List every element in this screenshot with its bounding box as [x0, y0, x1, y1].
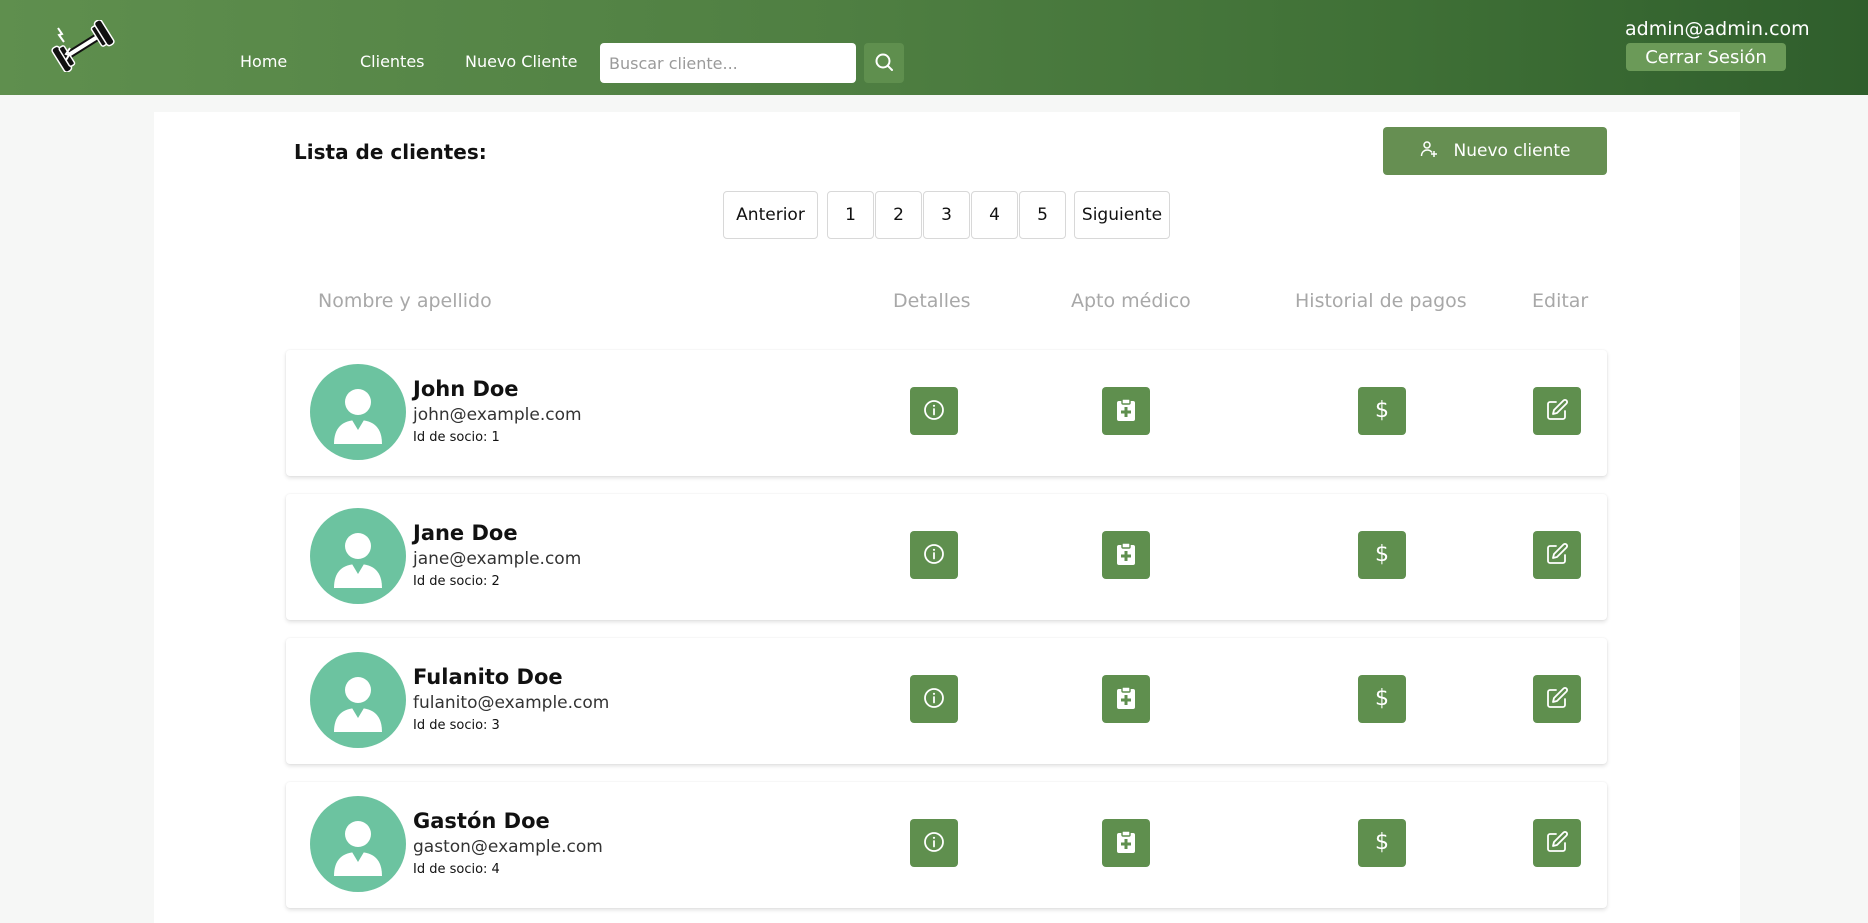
info-icon: [923, 831, 945, 856]
pagination-page-4[interactable]: 4: [971, 191, 1018, 239]
client-email: jane@example.com: [413, 549, 582, 569]
search-button[interactable]: [864, 43, 904, 83]
client-member-id: Id de socio: 4: [413, 862, 500, 877]
client-name: Fulanito Doe: [413, 665, 563, 689]
column-header-edit: Editar: [1532, 290, 1589, 312]
edit-icon: [1545, 398, 1569, 425]
new-client-button[interactable]: Nuevo cliente: [1383, 127, 1607, 175]
payment-history-button[interactable]: $: [1358, 387, 1406, 435]
info-icon: [923, 543, 945, 568]
payment-history-button[interactable]: $: [1358, 531, 1406, 579]
client-member-id: Id de socio: 1: [413, 430, 500, 445]
pagination-prev-button[interactable]: Anterior: [723, 191, 818, 239]
avatar: [310, 652, 406, 748]
avatar: [310, 796, 406, 892]
pagination-page-5[interactable]: 5: [1019, 191, 1066, 239]
dollar-icon: $: [1372, 398, 1392, 425]
nav-link-nuevo-cliente[interactable]: Nuevo Cliente: [465, 52, 577, 71]
clipboard-medical-icon: [1116, 541, 1136, 569]
nav-link-clientes[interactable]: Clientes: [360, 52, 425, 71]
dollar-icon: $: [1372, 686, 1392, 713]
payment-history-button[interactable]: $: [1358, 819, 1406, 867]
info-icon: [923, 399, 945, 424]
edit-icon: [1545, 830, 1569, 857]
client-row: Gastón Doe gaston@example.com Id de soci…: [286, 782, 1607, 908]
nav-link-home[interactable]: Home: [240, 52, 287, 71]
pagination-page-3[interactable]: 3: [923, 191, 970, 239]
payment-history-button[interactable]: $: [1358, 675, 1406, 723]
client-row: Jane Doe jane@example.com Id de socio: 2…: [286, 494, 1607, 620]
svg-text:$: $: [1375, 830, 1389, 854]
medical-certificate-button[interactable]: [1102, 819, 1150, 867]
column-header-payment-history: Historial de pagos: [1295, 290, 1467, 312]
details-button[interactable]: [910, 387, 958, 435]
edit-button[interactable]: [1533, 387, 1581, 435]
client-email: fulanito@example.com: [413, 693, 610, 713]
pagination-page-2[interactable]: 2: [875, 191, 922, 239]
edit-icon: [1545, 542, 1569, 569]
svg-text:$: $: [1375, 398, 1389, 422]
details-button[interactable]: [910, 675, 958, 723]
medical-certificate-button[interactable]: [1102, 675, 1150, 723]
page-title: Lista de clientes:: [294, 140, 487, 164]
logout-button[interactable]: Cerrar Sesión: [1626, 43, 1786, 71]
client-email: john@example.com: [413, 405, 582, 425]
svg-text:$: $: [1375, 542, 1389, 566]
client-name: Gastón Doe: [413, 809, 550, 833]
details-button[interactable]: [910, 819, 958, 867]
edit-button[interactable]: [1533, 819, 1581, 867]
dollar-icon: $: [1372, 830, 1392, 857]
pagination-next-button[interactable]: Siguiente: [1074, 191, 1170, 239]
info-icon: [923, 687, 945, 712]
client-name: John Doe: [413, 377, 519, 401]
client-member-id: Id de socio: 2: [413, 574, 500, 589]
add-user-icon: [1420, 140, 1438, 163]
client-row: John Doe john@example.com Id de socio: 1…: [286, 350, 1607, 476]
new-client-label: Nuevo cliente: [1453, 141, 1571, 161]
client-member-id: Id de socio: 3: [413, 718, 500, 733]
column-header-apto-medico: Apto médico: [1071, 290, 1191, 312]
pagination-page-1[interactable]: 1: [827, 191, 874, 239]
medical-certificate-button[interactable]: [1102, 531, 1150, 579]
client-email: gaston@example.com: [413, 837, 603, 857]
search-input[interactable]: [600, 43, 856, 83]
client-name: Jane Doe: [413, 521, 518, 545]
details-button[interactable]: [910, 531, 958, 579]
column-header-name: Nombre y apellido: [318, 290, 492, 312]
dumbbell-logo-icon[interactable]: [50, 19, 116, 73]
svg-text:$: $: [1375, 686, 1389, 710]
dollar-icon: $: [1372, 542, 1392, 569]
medical-certificate-button[interactable]: [1102, 387, 1150, 435]
edit-button[interactable]: [1533, 531, 1581, 579]
clipboard-medical-icon: [1116, 397, 1136, 425]
edit-icon: [1545, 686, 1569, 713]
client-row: Fulanito Doe fulanito@example.com Id de …: [286, 638, 1607, 764]
column-header-details: Detalles: [893, 290, 971, 312]
clipboard-medical-icon: [1116, 829, 1136, 857]
search-icon: [874, 52, 894, 75]
edit-button[interactable]: [1533, 675, 1581, 723]
avatar: [310, 508, 406, 604]
clipboard-medical-icon: [1116, 685, 1136, 713]
user-email: admin@admin.com: [1625, 18, 1810, 40]
avatar: [310, 364, 406, 460]
top-navbar: Home Clientes Nuevo Cliente admin@admin.…: [0, 0, 1868, 95]
